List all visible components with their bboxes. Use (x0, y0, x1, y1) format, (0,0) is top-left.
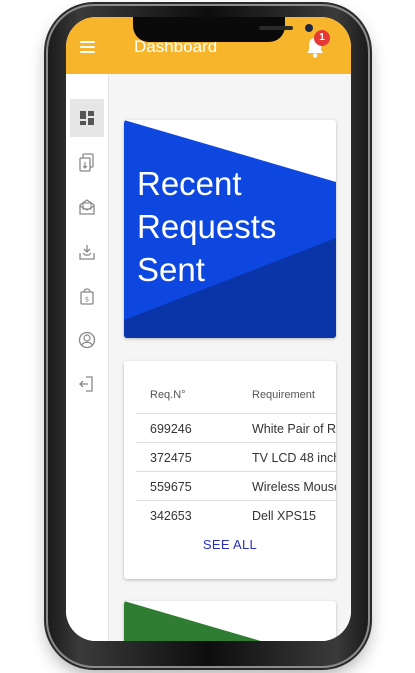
req-no-cell: 559675 (150, 480, 192, 494)
svg-text:$: $ (85, 296, 89, 304)
table-row[interactable]: 699246 White Pair of Ru (136, 413, 336, 443)
hamburger-menu-icon[interactable] (80, 41, 95, 53)
inbox-download-icon (79, 245, 95, 260)
logout-icon (79, 376, 93, 392)
requirement-cell: TV LCD 48 inch (252, 451, 336, 465)
recent-requests-card[interactable]: Recent Requests Sent (124, 120, 336, 338)
req-no-cell: 372475 (150, 451, 192, 465)
notification-badge: 1 (314, 30, 330, 46)
dashboard-icon (80, 111, 94, 125)
req-no-cell: 342653 (150, 509, 192, 523)
table-row[interactable]: 342653 Dell XPS15 (136, 500, 336, 530)
next-card[interactable] (124, 601, 336, 641)
phone-notch (133, 17, 313, 42)
column-header-req-no: Req.N° (150, 389, 186, 401)
sidebar-item-documents[interactable] (70, 144, 104, 182)
phone-speaker (259, 26, 293, 30)
phone-screen: Dashboard 1 $ Recent Requests Sent Req.N… (66, 17, 351, 641)
hero-title: Recent Requests Sent (137, 165, 277, 288)
req-no-cell: 699246 (150, 422, 192, 436)
requests-table-card: Req.N° Requirement 699246 White Pair of … (124, 361, 336, 579)
phone-camera (305, 24, 313, 32)
requirement-cell: Wireless Mouse (252, 480, 336, 494)
column-header-requirement: Requirement (252, 389, 315, 401)
sidebar-item-inbox[interactable] (70, 233, 104, 271)
table-row[interactable]: 372475 TV LCD 48 inch (136, 442, 336, 472)
table-header: Req.N° Requirement (124, 389, 336, 411)
requirement-cell: White Pair of Ru (252, 422, 336, 436)
green-card-background (124, 601, 261, 641)
sidebar-item-logout[interactable] (70, 365, 104, 403)
sidebar-item-dashboard[interactable] (70, 99, 104, 137)
sidebar-item-shopping[interactable]: $ (70, 277, 104, 315)
main-content: Recent Requests Sent Req.N° Requirement … (109, 74, 351, 641)
sidebar-nav: $ (66, 74, 109, 641)
sidebar-item-profile[interactable] (70, 321, 104, 359)
sidebar-item-mail[interactable] (70, 188, 104, 226)
documents-icon (79, 153, 94, 172)
see-all-link[interactable]: SEE ALL (124, 537, 336, 552)
user-profile-icon (78, 331, 96, 349)
mail-icon (79, 199, 95, 215)
requirement-cell: Dell XPS15 (252, 509, 316, 523)
table-row[interactable]: 559675 Wireless Mouse (136, 471, 336, 501)
shopping-bag-icon: $ (80, 288, 94, 305)
